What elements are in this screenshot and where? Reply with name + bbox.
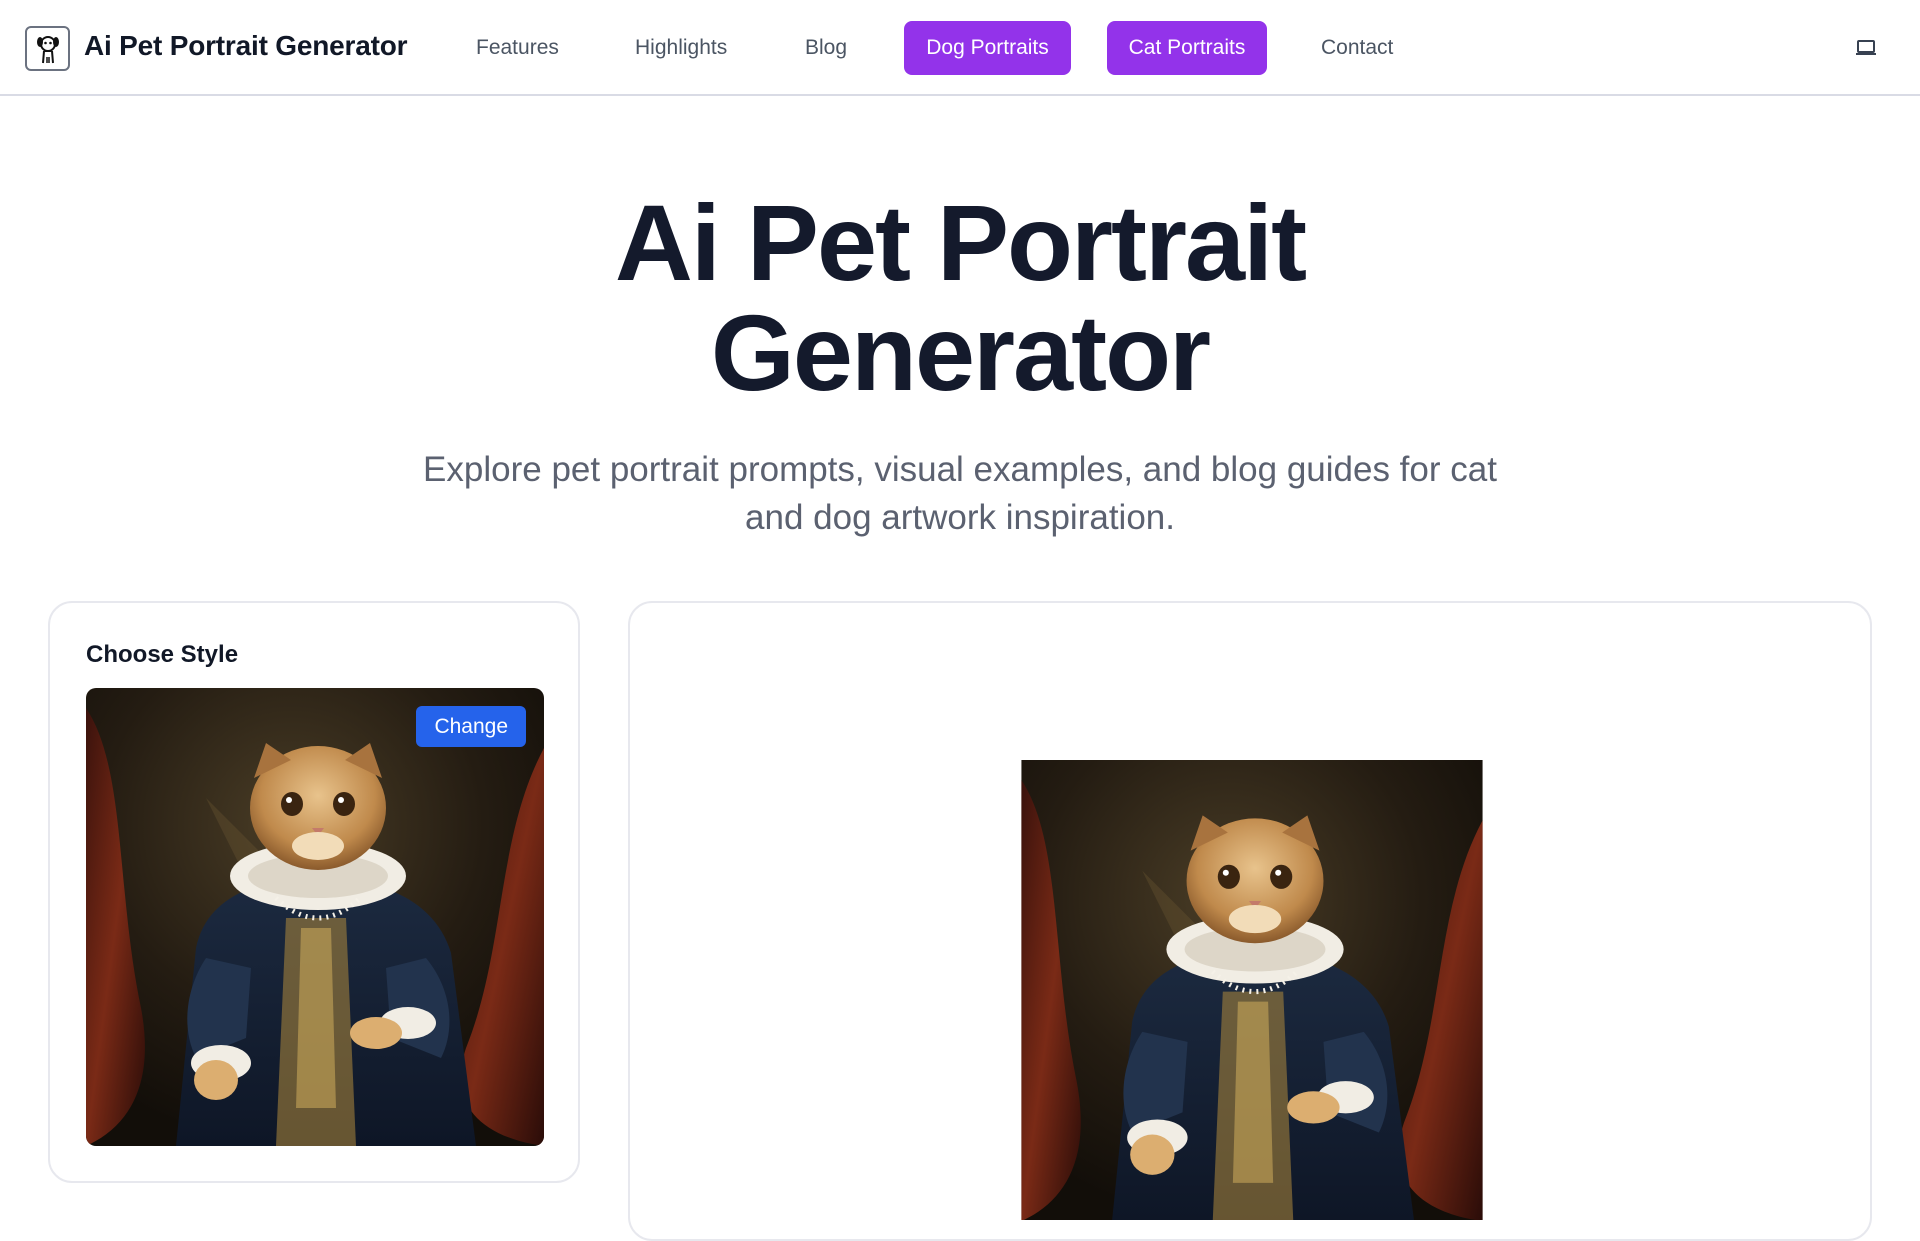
hero-subtitle: Explore pet portrait prompts, visual exa… <box>360 446 1560 542</box>
nav-dog-portraits-button[interactable]: Dog Portraits <box>904 21 1071 75</box>
nav-cat-portraits-button[interactable]: Cat Portraits <box>1107 21 1267 75</box>
dog-logo-icon[interactable] <box>25 26 70 71</box>
brand-title[interactable]: Ai Pet Portrait Generator <box>84 30 408 62</box>
nav-blog[interactable]: Blog <box>805 36 847 60</box>
hero-subtitle-line-2: and dog artwork inspiration. <box>745 498 1175 537</box>
change-style-button[interactable]: Change <box>416 706 526 747</box>
nav-features[interactable]: Features <box>476 36 559 60</box>
nav-highlights[interactable]: Highlights <box>635 36 727 60</box>
choose-style-card: Choose Style Change <box>48 601 580 1183</box>
hero-title: Ai Pet Portrait Generator <box>0 188 1920 408</box>
selected-style-image[interactable]: Change <box>86 688 544 1146</box>
hero-subtitle-line-1: Explore pet portrait prompts, visual exa… <box>423 450 1497 489</box>
laptop-icon[interactable] <box>1852 36 1880 60</box>
preview-image <box>988 760 1516 1220</box>
hero-title-line-1: Ai Pet Portrait <box>614 182 1307 303</box>
nav-contact[interactable]: Contact <box>1321 36 1393 60</box>
site-header: Ai Pet Portrait Generator Features Highl… <box>0 0 1920 96</box>
choose-style-title: Choose Style <box>86 641 239 668</box>
hero-title-line-2: Generator <box>710 292 1211 413</box>
preview-card <box>628 601 1872 1241</box>
